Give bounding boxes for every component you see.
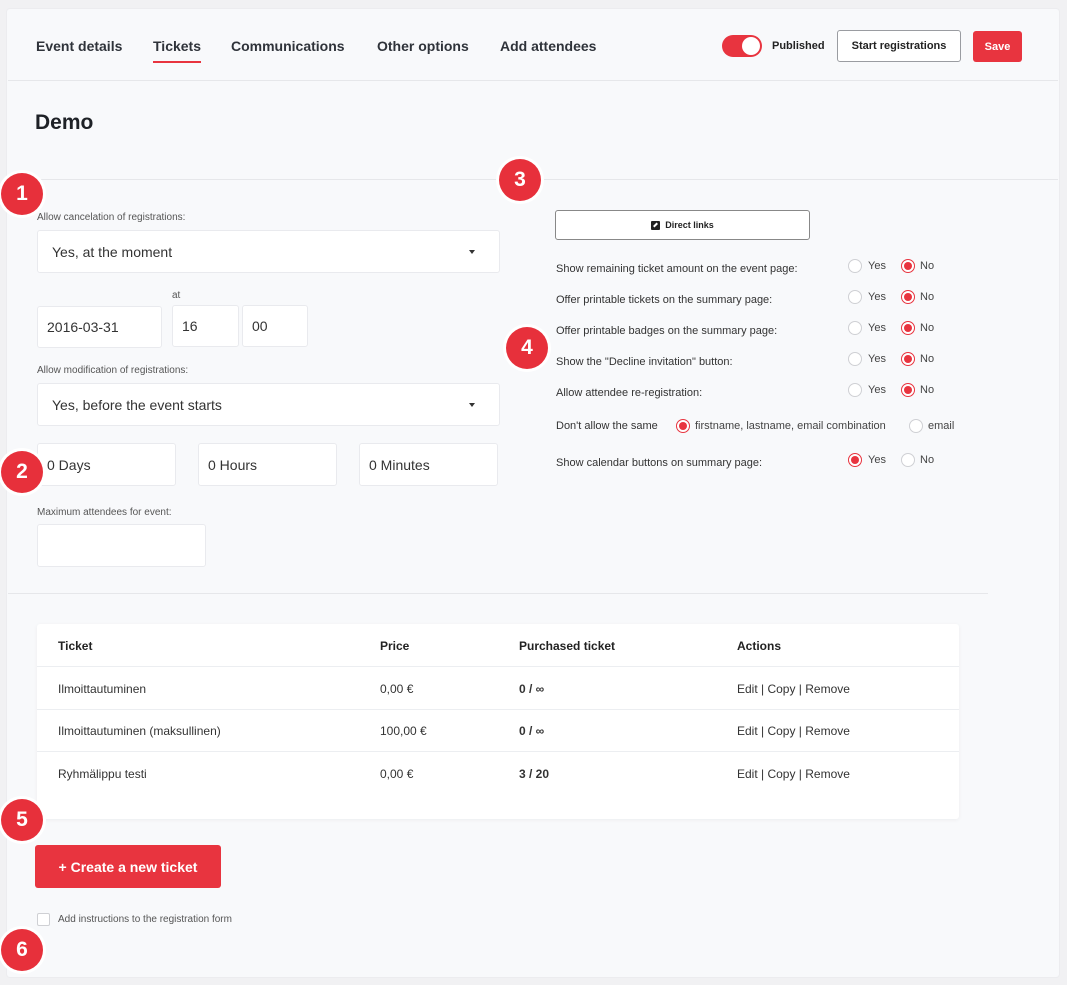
option-label-decline: Show the "Decline invitation" button: (556, 356, 733, 368)
radio-label-yes: Yes (868, 322, 886, 334)
modification-days-input[interactable] (37, 443, 176, 486)
radio-badges-yes[interactable] (848, 321, 862, 335)
instructions-checkbox[interactable] (37, 913, 50, 926)
radio-label-no: No (920, 291, 935, 303)
max-attendees-label: Maximum attendees for event: (37, 507, 172, 518)
direct-links-label: Direct links (665, 220, 714, 230)
option-label-reregistration: Allow attendee re-registration: (556, 387, 703, 399)
published-toggle[interactable] (722, 35, 762, 57)
radio-decline-no[interactable] (901, 352, 915, 366)
tab-add-attendees[interactable]: Add attendees (500, 38, 596, 54)
step-marker-2: 2 (1, 451, 43, 493)
create-ticket-button[interactable]: + Create a new ticket (35, 845, 221, 888)
cancellation-value: Yes, at the moment (52, 243, 173, 260)
ticket-actions[interactable]: Edit | Copy | Remove (737, 682, 850, 696)
modification-minutes-input[interactable] (359, 443, 498, 486)
step-marker-3: 3 (499, 159, 541, 201)
row-divider (37, 709, 959, 710)
header-ticket: Ticket (58, 639, 93, 653)
option-label-printable-tickets: Offer printable tickets on the summary p… (556, 294, 773, 306)
step-marker-5: 5 (1, 799, 43, 841)
row-divider (37, 666, 959, 667)
radio-duplicate-combination[interactable] (676, 419, 690, 433)
chevron-down-icon (469, 402, 475, 407)
option-label-remaining: Show remaining ticket amount on the even… (556, 263, 798, 275)
row-divider (37, 751, 959, 752)
radio-tickets-yes[interactable] (848, 290, 862, 304)
modification-select[interactable]: Yes, before the event starts (37, 383, 500, 426)
radio-badges-no[interactable] (901, 321, 915, 335)
main-card (7, 9, 1059, 977)
tab-other-options[interactable]: Other options (377, 38, 469, 54)
page-title: Demo (35, 111, 94, 134)
ticket-name: Ryhmälippu testi (58, 767, 147, 781)
radio-reregistration-no[interactable] (901, 383, 915, 397)
radio-label-yes: Yes (868, 291, 886, 303)
modification-value: Yes, before the event starts (52, 396, 222, 413)
ticket-price: 0,00 € (380, 682, 414, 696)
ticket-purchased: 0 / ∞ (519, 724, 545, 738)
radio-decline-yes[interactable] (848, 352, 862, 366)
option-label-duplicate: Don't allow the same (556, 420, 658, 432)
direct-links-button[interactable]: Direct links (555, 210, 810, 240)
radio-label-combination: firstname, lastname, email combination (695, 420, 886, 432)
header-price: Price (380, 639, 410, 653)
chevron-down-icon (469, 249, 475, 254)
tab-communications[interactable]: Communications (231, 38, 345, 54)
option-label-calendar: Show calendar buttons on summary page: (556, 457, 763, 469)
radio-label-yes: Yes (868, 384, 886, 396)
published-label: Published (772, 40, 825, 52)
cancellation-minute-input[interactable] (242, 305, 308, 347)
step-marker-1: 1 (1, 173, 43, 215)
radio-label-yes: Yes (868, 353, 886, 365)
radio-remaining-no[interactable] (901, 259, 915, 273)
radio-label-email: email (928, 420, 955, 432)
radio-label-no: No (920, 384, 935, 396)
cancellation-select[interactable]: Yes, at the moment (37, 230, 500, 273)
tickets-table: Ticket Price Purchased ticket Actions Il… (37, 624, 959, 819)
ticket-actions[interactable]: Edit | Copy | Remove (737, 724, 850, 738)
radio-remaining-yes[interactable] (848, 259, 862, 273)
ticket-actions[interactable]: Edit | Copy | Remove (737, 767, 850, 781)
radio-reregistration-yes[interactable] (848, 383, 862, 397)
radio-tickets-no[interactable] (901, 290, 915, 304)
toggle-knob (742, 37, 760, 55)
radio-label-no: No (920, 454, 935, 466)
external-link-icon (651, 220, 661, 230)
cancellation-label: Allow cancelation of registrations: (37, 212, 186, 223)
option-label-printable-badges: Offer printable badges on the summary pa… (556, 325, 778, 337)
header-purchased: Purchased ticket (519, 639, 616, 653)
ticket-purchased: 3 / 20 (519, 767, 550, 781)
radio-label-yes: Yes (868, 260, 886, 272)
section-divider (8, 593, 988, 594)
start-registrations-button[interactable]: Start registrations (837, 30, 961, 62)
max-attendees-input[interactable] (37, 524, 206, 567)
radio-duplicate-email[interactable] (909, 419, 923, 433)
ticket-price: 0,00 € (380, 767, 414, 781)
header-divider (8, 80, 1058, 81)
tab-event-details[interactable]: Event details (36, 38, 122, 54)
at-label: at (172, 290, 181, 301)
radio-label-no: No (920, 260, 935, 272)
ticket-price: 100,00 € (380, 724, 427, 738)
step-marker-4: 4 (506, 327, 548, 369)
ticket-name: Ilmoittautuminen (maksullinen) (58, 724, 221, 738)
radio-calendar-yes[interactable] (848, 453, 862, 467)
save-button[interactable]: Save (973, 31, 1022, 62)
radio-label-no: No (920, 353, 935, 365)
radio-calendar-no[interactable] (901, 453, 915, 467)
modification-hours-input[interactable] (198, 443, 337, 486)
modification-label: Allow modification of registrations: (37, 365, 189, 376)
cancellation-hour-input[interactable] (172, 305, 239, 347)
ticket-purchased: 0 / ∞ (519, 682, 545, 696)
step-marker-6: 6 (1, 929, 43, 971)
tab-tickets[interactable]: Tickets (153, 38, 201, 63)
radio-label-yes: Yes (868, 454, 886, 466)
instructions-label: Add instructions to the registration for… (58, 914, 232, 925)
cancellation-date-input[interactable] (37, 306, 162, 348)
ticket-name: Ilmoittautuminen (58, 682, 147, 696)
radio-label-no: No (920, 322, 935, 334)
header-actions: Actions (737, 639, 782, 653)
